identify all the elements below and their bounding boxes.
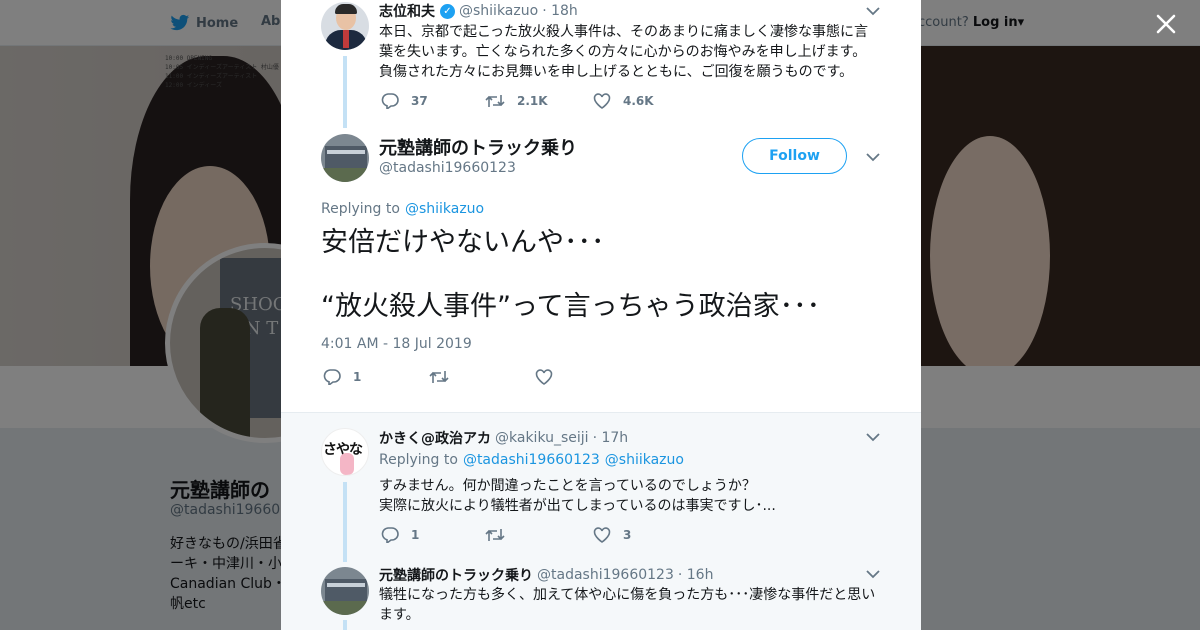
retweet-icon (485, 529, 505, 541)
like-count: 3 (623, 528, 632, 542)
main-tweet-actions: 1 (323, 369, 601, 385)
tweet-author-handle[interactable]: @shiikazuo (459, 3, 538, 19)
replying-to-handle[interactable]: @shiikazuo (405, 201, 484, 217)
tweet-header: 志位和夫 ✓ @shiikazuo · 18h (379, 1, 578, 21)
retweet-icon (485, 95, 505, 107)
reply-author-name[interactable]: かきく@政治アカ (379, 428, 491, 448)
like-button[interactable] (535, 369, 575, 385)
reply-actions: 1 3 (381, 527, 659, 543)
retweet-button[interactable] (485, 527, 567, 543)
thread-connector (343, 56, 347, 128)
replying-to-handle[interactable]: @shiikazuo (605, 452, 684, 468)
thread-connector (343, 620, 347, 630)
tweet-author-name[interactable]: 志位和夫 (379, 1, 435, 21)
like-count: 4.6K (623, 94, 654, 108)
divider (281, 412, 921, 413)
avatar[interactable]: さやな (321, 428, 369, 476)
reply-author-name[interactable]: 元塾講師のトラック乗り (379, 565, 533, 585)
reply-text: 犠牲になった方も多く、加えて体や心に傷を負った方も･･･凄惨な事件だと思い ます。 (379, 587, 876, 623)
heart-icon (593, 527, 611, 543)
reply-button[interactable]: 37 (381, 93, 459, 109)
retweet-button[interactable] (429, 369, 509, 385)
thread-connector (343, 482, 347, 562)
tweet-permalink-modal: 志位和夫 ✓ @shiikazuo · 18h 本日、京都で起こった放火殺人事件… (281, 0, 921, 630)
reply-icon (381, 527, 399, 543)
reply-time[interactable]: · 16h (678, 567, 714, 583)
chevron-down-icon[interactable] (866, 569, 880, 579)
main-tweet-author-handle[interactable]: @tadashi19660123 (379, 160, 516, 176)
reply-button[interactable]: 1 (381, 527, 459, 543)
replying-to: Replying to @shiikazuo (321, 201, 484, 217)
main-tweet-text-line-2: “放火殺人事件”って言っちゃう政治家･･･ (321, 291, 821, 322)
tweet-actions: 37 2.1K 4.6K (381, 93, 680, 109)
reply-header: かきく@政治アカ @kakiku_seiji · 17h (379, 428, 628, 448)
heart-icon (535, 369, 553, 385)
heart-icon (593, 93, 611, 109)
main-tweet-author-name-row: 元塾講師のトラック乗り (379, 134, 577, 160)
retweet-icon (429, 371, 449, 383)
chevron-down-icon[interactable] (866, 152, 880, 162)
reply-time[interactable]: · 17h (593, 430, 629, 446)
reply-count: 37 (411, 94, 428, 108)
reply-header: 元塾講師のトラック乗り @tadashi19660123 · 16h (379, 565, 713, 585)
reply-button[interactable]: 1 (323, 369, 403, 385)
close-icon[interactable] (1154, 12, 1178, 36)
retweet-count: 2.1K (517, 94, 548, 108)
replying-to: Replying to @tadashi19660123 @shiikazuo (379, 452, 684, 468)
chevron-down-icon[interactable] (866, 432, 880, 442)
main-tweet-author-handle-row: @tadashi19660123 (379, 160, 516, 176)
retweet-button[interactable]: 2.1K (485, 93, 567, 109)
reply-icon (323, 369, 341, 385)
main-tweet-timestamp[interactable]: 4:01 AM - 18 Jul 2019 (321, 336, 472, 352)
avatar[interactable] (321, 134, 369, 182)
chevron-down-icon[interactable] (866, 6, 880, 16)
follow-button[interactable]: Follow (742, 138, 847, 174)
verified-badge-icon: ✓ (440, 3, 455, 19)
avatar[interactable] (321, 567, 369, 615)
like-button[interactable]: 4.6K (593, 93, 654, 109)
reply-author-handle[interactable]: @kakiku_seiji (495, 430, 589, 446)
tweet-time[interactable]: · 18h (542, 3, 578, 19)
reply-icon (381, 93, 399, 109)
like-button[interactable]: 3 (593, 527, 633, 543)
reply-text: すみません。何か間違ったことを言っているのでしょうか？ 実際に放火により犠牲者が出… (379, 478, 776, 514)
avatar[interactable] (321, 2, 369, 50)
replying-to-handle[interactable]: @tadashi19660123 (463, 452, 600, 468)
main-tweet-text-line-1: 安倍だけやないんや･･･ (321, 227, 605, 258)
reply-count: 1 (411, 528, 420, 542)
replying-to-label: Replying to (321, 201, 400, 217)
reply-count: 1 (353, 370, 362, 384)
main-tweet-author-name[interactable]: 元塾講師のトラック乗り (379, 134, 577, 160)
replying-to-label: Replying to (379, 452, 458, 468)
tweet-text: 本日、京都で起こった放火殺人事件は、そのあまりに痛ましく凄惨な事態に言 葉を失いま… (379, 24, 869, 80)
reply-author-handle[interactable]: @tadashi19660123 (537, 567, 674, 583)
